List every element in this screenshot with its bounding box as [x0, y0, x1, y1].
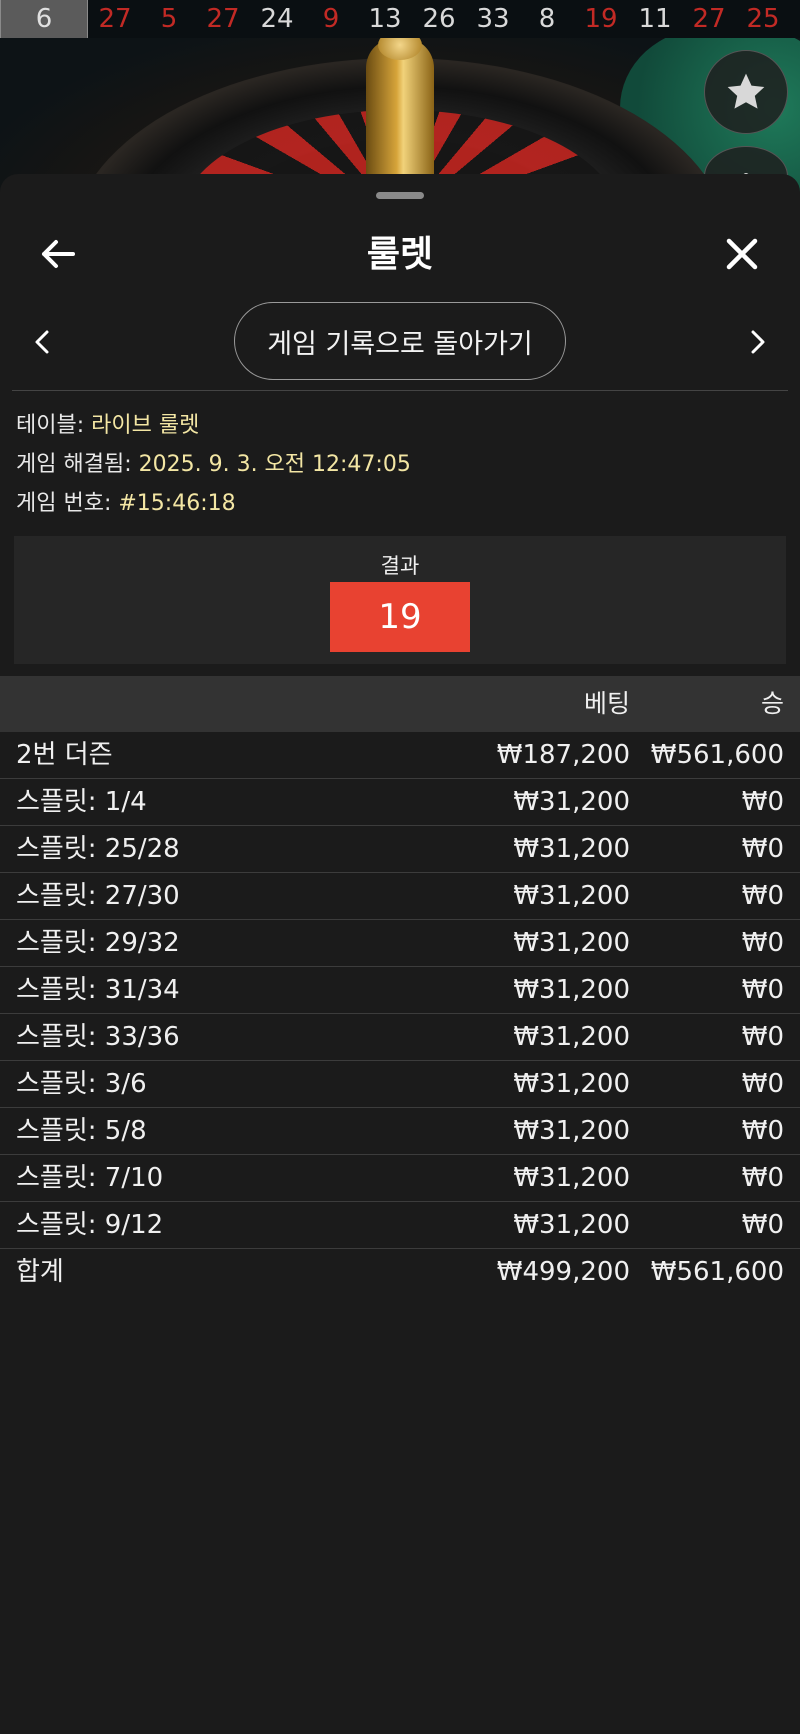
history-number: 8 — [538, 4, 556, 34]
table-row: 2번 더즌 ₩187,200 ₩561,600 — [0, 732, 800, 779]
history-number: 26 — [422, 4, 456, 34]
table-row: 스플릿: 7/10 ₩31,200 ₩0 — [0, 1155, 800, 1202]
bet-amount: ₩31,200 — [513, 928, 630, 958]
resolved-time-label: 게임 해결됨: — [16, 452, 139, 477]
bet-name: 스플릿: 25/28 — [16, 834, 180, 864]
history-number: 13 — [368, 4, 402, 34]
close-icon — [726, 238, 758, 270]
bet-name: 스플릿: 27/30 — [16, 881, 180, 911]
history-number-list: 27 5 27 24 9 13 26 33 8 19 11 27 25 — [88, 0, 790, 38]
win-column-header: 승 — [760, 689, 784, 718]
bet-name: 스플릿: 5/8 — [16, 1116, 147, 1146]
history-number: 19 — [584, 4, 618, 34]
back-to-history-button[interactable]: 게임 기록으로 돌아가기 — [234, 302, 566, 380]
section-divider — [12, 390, 788, 391]
sheet-drag-handle[interactable] — [376, 192, 424, 199]
table-row: 스플릿: 25/28 ₩31,200 ₩0 — [0, 826, 800, 873]
bets-table: 베팅 승 2번 더즌 ₩187,200 ₩561,600 스플릿: 1/4 ₩31,20… — [0, 676, 800, 1296]
chevron-right-icon — [751, 330, 765, 354]
history-number: 9 — [322, 4, 340, 34]
win-amount: ₩0 — [741, 1210, 784, 1240]
bet-name: 스플릿: 9/12 — [16, 1210, 164, 1240]
total-row: 합계 ₩499,200 ₩561,600 — [0, 1249, 800, 1296]
table-row: 스플릿: 1/4 ₩31,200 ₩0 — [0, 779, 800, 826]
win-amount: ₩0 — [741, 1116, 784, 1146]
win-amount: ₩0 — [741, 881, 784, 911]
bet-name: 스플릿: 7/10 — [16, 1163, 164, 1193]
win-amount: ₩561,600 — [650, 740, 784, 770]
history-number: 27 — [206, 4, 240, 34]
win-amount: ₩0 — [741, 787, 784, 817]
table-info-row: 테이블: 라이브 룰렛 — [16, 406, 786, 445]
bet-name: 스플릿: 29/32 — [16, 928, 180, 958]
game-detail-panel: 룰렛 게임 기록으로 돌아가기 테이블: 라이브 룰렛 게임 해결됨: 2025… — [0, 174, 800, 1734]
previous-game-button[interactable] — [18, 318, 66, 366]
resolved-time-row: 게임 해결됨: 2025. 9. 3. 오전 12:47:05 — [16, 445, 786, 484]
game-number-label: 게임 번호: — [16, 491, 119, 516]
game-number-row: 게임 번호: #15:46:18 — [16, 484, 786, 523]
results-history-strip: 6 27 5 27 24 9 13 26 33 8 19 11 27 25 — [0, 0, 800, 39]
history-number: 24 — [260, 4, 294, 34]
bet-amount: ₩31,200 — [513, 1163, 630, 1193]
total-bet: ₩499,200 — [496, 1257, 630, 1287]
table-row: 스플릿: 29/32 ₩31,200 ₩0 — [0, 920, 800, 967]
star-icon — [727, 73, 765, 109]
history-number: 33 — [476, 4, 510, 34]
panel-header: 룰렛 — [0, 214, 800, 296]
result-section: 결과 19 — [14, 536, 786, 664]
bet-name: 스플릿: 3/6 — [16, 1069, 147, 1099]
favorite-button[interactable] — [704, 50, 788, 134]
bet-amount: ₩31,200 — [513, 1210, 630, 1240]
bet-amount: ₩31,200 — [513, 1116, 630, 1146]
table-info-label: 테이블: — [16, 413, 92, 438]
win-amount: ₩0 — [741, 1022, 784, 1052]
game-info: 테이블: 라이브 룰렛 게임 해결됨: 2025. 9. 3. 오전 12:47… — [16, 406, 786, 523]
table-row: 스플릿: 31/34 ₩31,200 ₩0 — [0, 967, 800, 1014]
total-win: ₩561,600 — [650, 1257, 784, 1287]
bet-name: 스플릿: 1/4 — [16, 787, 147, 817]
history-number: 25 — [746, 4, 780, 34]
resolved-time-value: 2025. 9. 3. 오전 12:47:05 — [138, 452, 411, 477]
wheel-spindle — [366, 38, 434, 188]
table-row: 스플릿: 9/12 ₩31,200 ₩0 — [0, 1202, 800, 1249]
win-amount: ₩0 — [741, 1163, 784, 1193]
total-label: 합계 — [16, 1257, 64, 1287]
table-header: 베팅 승 — [0, 676, 800, 732]
history-current-number: 6 — [0, 0, 88, 39]
bet-amount: ₩31,200 — [513, 834, 630, 864]
win-amount: ₩0 — [741, 834, 784, 864]
close-button[interactable] — [718, 230, 766, 278]
page-title: 룰렛 — [366, 234, 434, 275]
history-number: 27 — [98, 4, 132, 34]
next-game-button[interactable] — [734, 318, 782, 366]
bet-name: 스플릿: 31/34 — [16, 975, 180, 1005]
bet-amount: ₩31,200 — [513, 1022, 630, 1052]
table-row: 스플릿: 3/6 ₩31,200 ₩0 — [0, 1061, 800, 1108]
table-body: 2번 더즌 ₩187,200 ₩561,600 스플릿: 1/4 ₩31,200 ₩0 스플… — [0, 732, 800, 1249]
history-number: 5 — [160, 4, 178, 34]
bet-amount: ₩187,200 — [496, 740, 630, 770]
bet-column-header: 베팅 — [583, 689, 630, 718]
table-row: 스플릿: 33/36 ₩31,200 ₩0 — [0, 1014, 800, 1061]
table-row: 스플릿: 27/30 ₩31,200 ₩0 — [0, 873, 800, 920]
game-number-value: #15:46:18 — [118, 491, 236, 516]
bet-amount: ₩31,200 — [513, 975, 630, 1005]
table-row: 스플릿: 5/8 ₩31,200 ₩0 — [0, 1108, 800, 1155]
bet-amount: ₩31,200 — [513, 787, 630, 817]
table-info-value: 라이브 룰렛 — [91, 413, 200, 438]
win-amount: ₩0 — [741, 1069, 784, 1099]
win-amount: ₩0 — [741, 975, 784, 1005]
bet-amount: ₩31,200 — [513, 1069, 630, 1099]
history-number: 27 — [692, 4, 726, 34]
result-label: 결과 — [380, 554, 420, 578]
result-number-badge: 19 — [330, 582, 470, 652]
bet-name: 2번 더즌 — [16, 740, 113, 770]
win-amount: ₩0 — [741, 928, 784, 958]
chevron-left-icon — [35, 330, 49, 354]
bet-name: 스플릿: 33/36 — [16, 1022, 180, 1052]
history-number: 11 — [638, 4, 672, 34]
game-navigation: 게임 기록으로 돌아가기 — [0, 302, 800, 382]
bet-amount: ₩31,200 — [513, 881, 630, 911]
